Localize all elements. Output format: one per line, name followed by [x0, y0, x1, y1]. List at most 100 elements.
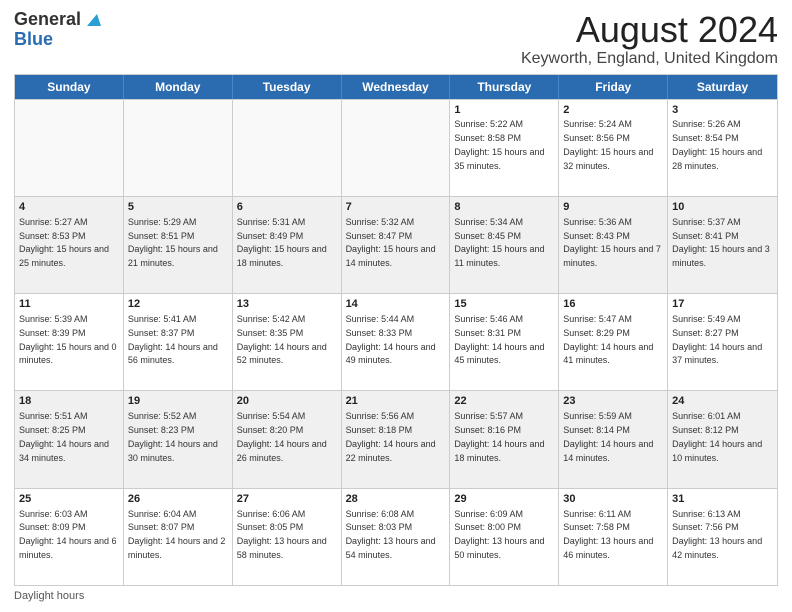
cal-cell-day-16: 16 Sunrise: 5:47 AMSunset: 8:29 PMDayligh… — [559, 294, 668, 390]
cal-cell-day-1: 1Sunrise: 5:22 AMSunset: 8:58 PMDaylight… — [450, 100, 559, 196]
footer: Daylight hours — [14, 590, 778, 602]
footer-text: Daylight hours — [14, 590, 84, 602]
cal-cell-empty — [15, 100, 124, 196]
day-number: 6 — [237, 200, 337, 215]
cal-cell-day-11: 11Sunrise: 5:39 AMSunset: 8:39 PMDayligh… — [15, 294, 124, 390]
day-number: 11 — [19, 297, 119, 312]
cal-header-friday: Friday — [559, 75, 668, 99]
logo-general-text: General — [14, 10, 81, 30]
cell-info: Sunrise: 5:42 AMSunset: 8:35 PMDaylight:… — [237, 314, 327, 365]
day-number: 2 — [563, 103, 663, 118]
header: General Blue August 2024 Keyworth, Engla… — [14, 10, 778, 68]
day-number: 7 — [346, 200, 446, 215]
cell-info: Sunrise: 5:47 AMSunset: 8:29 PMDaylight:… — [563, 314, 653, 365]
cal-cell-day-19: 19Sunrise: 5:52 AMSunset: 8:23 PMDayligh… — [124, 391, 233, 487]
day-number: 27 — [237, 492, 337, 507]
calendar: SundayMondayTuesdayWednesdayThursdayFrid… — [14, 74, 778, 586]
cal-week-4: 25 Sunrise: 6:03 AMSunset: 8:09 PMDayligh… — [15, 488, 777, 585]
cal-cell-empty — [124, 100, 233, 196]
logo-blue-text: Blue — [14, 30, 53, 50]
day-number: 30 — [563, 492, 663, 507]
cal-cell-day-9: 9Sunrise: 5:36 AMSunset: 8:43 PMDaylight… — [559, 197, 668, 293]
cal-cell-day-22: 22 Sunrise: 5:57 AMSunset: 8:16 PMDayligh… — [450, 391, 559, 487]
day-number: 31 — [672, 492, 773, 507]
day-number: 25 — [19, 492, 119, 507]
cal-cell-day-3: 3Sunrise: 5:26 AMSunset: 8:54 PMDaylight… — [668, 100, 777, 196]
cal-cell-day-6: 6 Sunrise: 5:31 AMSunset: 8:49 PMDaylight… — [233, 197, 342, 293]
cal-week-0: 1Sunrise: 5:22 AMSunset: 8:58 PMDaylight… — [15, 99, 777, 196]
day-number: 29 — [454, 492, 554, 507]
cell-info: Sunrise: 5:22 AMSunset: 8:58 PMDaylight:… — [454, 119, 544, 170]
day-number: 22 — [454, 394, 554, 409]
logo-icon — [83, 10, 101, 28]
cal-cell-day-8: 8Sunrise: 5:34 AMSunset: 8:45 PMDaylight… — [450, 197, 559, 293]
cal-cell-day-4: 4Sunrise: 5:27 AMSunset: 8:53 PMDaylight… — [15, 197, 124, 293]
cal-week-1: 4Sunrise: 5:27 AMSunset: 8:53 PMDaylight… — [15, 196, 777, 293]
cal-header-sunday: Sunday — [15, 75, 124, 99]
cell-info: Sunrise: 5:37 AMSunset: 8:41 PMDaylight:… — [672, 217, 770, 268]
calendar-body: 1Sunrise: 5:22 AMSunset: 8:58 PMDaylight… — [15, 99, 777, 585]
cell-info: Sunrise: 6:01 AMSunset: 8:12 PMDaylight:… — [672, 411, 762, 462]
cal-cell-day-30: 30 Sunrise: 6:11 AMSunset: 7:58 PMDayligh… — [559, 489, 668, 585]
cal-cell-day-15: 15Sunrise: 5:46 AMSunset: 8:31 PMDayligh… — [450, 294, 559, 390]
cal-cell-day-24: 24 Sunrise: 6:01 AMSunset: 8:12 PMDayligh… — [668, 391, 777, 487]
cell-info: Sunrise: 5:34 AMSunset: 8:45 PMDaylight:… — [454, 217, 544, 268]
day-number: 26 — [128, 492, 228, 507]
cell-info: Sunrise: 6:09 AMSunset: 8:00 PMDaylight:… — [454, 509, 544, 560]
day-number: 18 — [19, 394, 119, 409]
cell-info: Sunrise: 6:04 AMSunset: 8:07 PMDaylight:… — [128, 509, 226, 560]
cal-cell-day-2: 2Sunrise: 5:24 AMSunset: 8:56 PMDaylight… — [559, 100, 668, 196]
day-number: 3 — [672, 103, 773, 118]
day-number: 16 — [563, 297, 663, 312]
day-number: 24 — [672, 394, 773, 409]
cal-cell-day-25: 25 Sunrise: 6:03 AMSunset: 8:09 PMDayligh… — [15, 489, 124, 585]
cal-cell-day-29: 29 Sunrise: 6:09 AMSunset: 8:00 PMDayligh… — [450, 489, 559, 585]
cell-info: Sunrise: 5:31 AMSunset: 8:49 PMDaylight:… — [237, 217, 327, 268]
cal-cell-day-26: 26 Sunrise: 6:04 AMSunset: 8:07 PMDayligh… — [124, 489, 233, 585]
cal-cell-day-7: 7Sunrise: 5:32 AMSunset: 8:47 PMDaylight… — [342, 197, 451, 293]
cell-info: Sunrise: 5:51 AMSunset: 8:25 PMDaylight:… — [19, 411, 109, 462]
cal-cell-day-13: 13Sunrise: 5:42 AMSunset: 8:35 PMDayligh… — [233, 294, 342, 390]
cell-info: Sunrise: 5:54 AMSunset: 8:20 PMDaylight:… — [237, 411, 327, 462]
cell-info: Sunrise: 6:06 AMSunset: 8:05 PMDaylight:… — [237, 509, 327, 560]
day-number: 5 — [128, 200, 228, 215]
cell-info: Sunrise: 5:57 AMSunset: 8:16 PMDaylight:… — [454, 411, 544, 462]
cal-header-monday: Monday — [124, 75, 233, 99]
cal-header-tuesday: Tuesday — [233, 75, 342, 99]
title-section: August 2024 Keyworth, England, United Ki… — [521, 10, 778, 68]
cal-cell-day-31: 31Sunrise: 6:13 AMSunset: 7:56 PMDayligh… — [668, 489, 777, 585]
cell-info: Sunrise: 6:08 AMSunset: 8:03 PMDaylight:… — [346, 509, 436, 560]
day-number: 10 — [672, 200, 773, 215]
cell-info: Sunrise: 5:24 AMSunset: 8:56 PMDaylight:… — [563, 119, 653, 170]
day-number: 17 — [672, 297, 773, 312]
cal-cell-day-5: 5Sunrise: 5:29 AMSunset: 8:51 PMDaylight… — [124, 197, 233, 293]
cal-week-2: 11Sunrise: 5:39 AMSunset: 8:39 PMDayligh… — [15, 293, 777, 390]
cal-cell-day-10: 10 Sunrise: 5:37 AMSunset: 8:41 PMDayligh… — [668, 197, 777, 293]
day-number: 20 — [237, 394, 337, 409]
cal-header-wednesday: Wednesday — [342, 75, 451, 99]
cal-cell-day-14: 14 Sunrise: 5:44 AMSunset: 8:33 PMDayligh… — [342, 294, 451, 390]
day-number: 21 — [346, 394, 446, 409]
cell-info: Sunrise: 5:44 AMSunset: 8:33 PMDaylight:… — [346, 314, 436, 365]
day-number: 28 — [346, 492, 446, 507]
cal-cell-day-28: 28 Sunrise: 6:08 AMSunset: 8:03 PMDayligh… — [342, 489, 451, 585]
day-number: 15 — [454, 297, 554, 312]
cell-info: Sunrise: 5:52 AMSunset: 8:23 PMDaylight:… — [128, 411, 218, 462]
day-number: 4 — [19, 200, 119, 215]
main-title: August 2024 — [521, 10, 778, 50]
cal-cell-day-18: 18 Sunrise: 5:51 AMSunset: 8:25 PMDayligh… — [15, 391, 124, 487]
calendar-header: SundayMondayTuesdayWednesdayThursdayFrid… — [15, 75, 777, 99]
page: General Blue August 2024 Keyworth, Engla… — [0, 0, 792, 612]
cell-info: Sunrise: 5:59 AMSunset: 8:14 PMDaylight:… — [563, 411, 653, 462]
day-number: 14 — [346, 297, 446, 312]
cell-info: Sunrise: 6:03 AMSunset: 8:09 PMDaylight:… — [19, 509, 117, 560]
cal-cell-day-27: 27 Sunrise: 6:06 AMSunset: 8:05 PMDayligh… — [233, 489, 342, 585]
cell-info: Sunrise: 6:11 AMSunset: 7:58 PMDaylight:… — [563, 509, 653, 560]
cal-cell-day-21: 21Sunrise: 5:56 AMSunset: 8:18 PMDayligh… — [342, 391, 451, 487]
cell-info: Sunrise: 5:41 AMSunset: 8:37 PMDaylight:… — [128, 314, 218, 365]
subtitle: Keyworth, England, United Kingdom — [521, 50, 778, 68]
cal-header-thursday: Thursday — [450, 75, 559, 99]
cell-info: Sunrise: 5:49 AMSunset: 8:27 PMDaylight:… — [672, 314, 762, 365]
cal-header-saturday: Saturday — [668, 75, 777, 99]
cal-cell-empty — [233, 100, 342, 196]
